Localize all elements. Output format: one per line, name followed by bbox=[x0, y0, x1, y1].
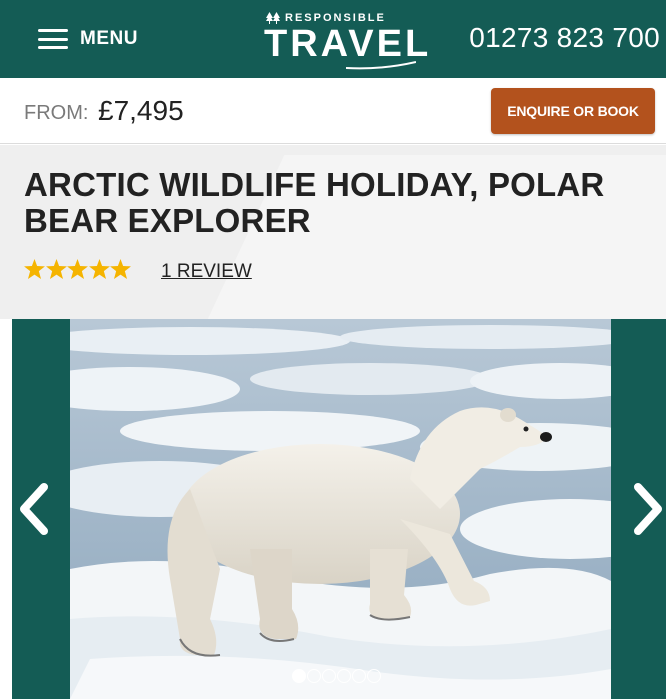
trip-title: ARCTIC WILDLIFE HOLIDAY, POLAR BEAR EXPL… bbox=[24, 166, 605, 239]
slide-dot[interactable] bbox=[352, 669, 366, 683]
phone-number[interactable]: 01273 823 700 bbox=[469, 22, 660, 54]
image-gallery bbox=[12, 319, 666, 699]
slide-dot[interactable] bbox=[337, 669, 351, 683]
star-icon bbox=[45, 259, 67, 279]
review-link[interactable]: 1 REVIEW bbox=[161, 261, 252, 283]
price-value: £7,495 bbox=[98, 95, 184, 126]
menu-button[interactable]: MENU bbox=[38, 28, 138, 50]
next-slide-arrow[interactable] bbox=[628, 481, 666, 537]
polar-bear-photo bbox=[70, 319, 611, 699]
slide-dot[interactable] bbox=[367, 669, 381, 683]
trip-title-section: ARCTIC WILDLIFE HOLIDAY, POLAR BEAR EXPL… bbox=[0, 145, 666, 319]
slide-dot[interactable] bbox=[307, 669, 321, 683]
slide-dot[interactable] bbox=[322, 669, 336, 683]
star-icon bbox=[67, 259, 88, 279]
logo-swoosh-icon bbox=[346, 61, 416, 70]
hamburger-icon bbox=[38, 29, 68, 49]
from-label: FROM: bbox=[24, 102, 89, 124]
previous-slide-arrow[interactable] bbox=[14, 481, 54, 537]
menu-label: MENU bbox=[80, 28, 138, 49]
star-rating bbox=[24, 259, 132, 279]
enquire-or-book-button[interactable]: ENQUIRE OR BOOK bbox=[491, 88, 655, 134]
star-icon bbox=[24, 259, 45, 279]
slide-dot[interactable] bbox=[292, 669, 306, 683]
site-header: MENU RESPONSIBLE TRAVEL 01273 823 700 bbox=[0, 0, 666, 78]
slide-indicator bbox=[292, 669, 382, 683]
responsible-travel-logo[interactable]: RESPONSIBLE TRAVEL bbox=[262, 8, 428, 70]
star-icon bbox=[88, 259, 110, 279]
star-icon bbox=[110, 259, 131, 279]
